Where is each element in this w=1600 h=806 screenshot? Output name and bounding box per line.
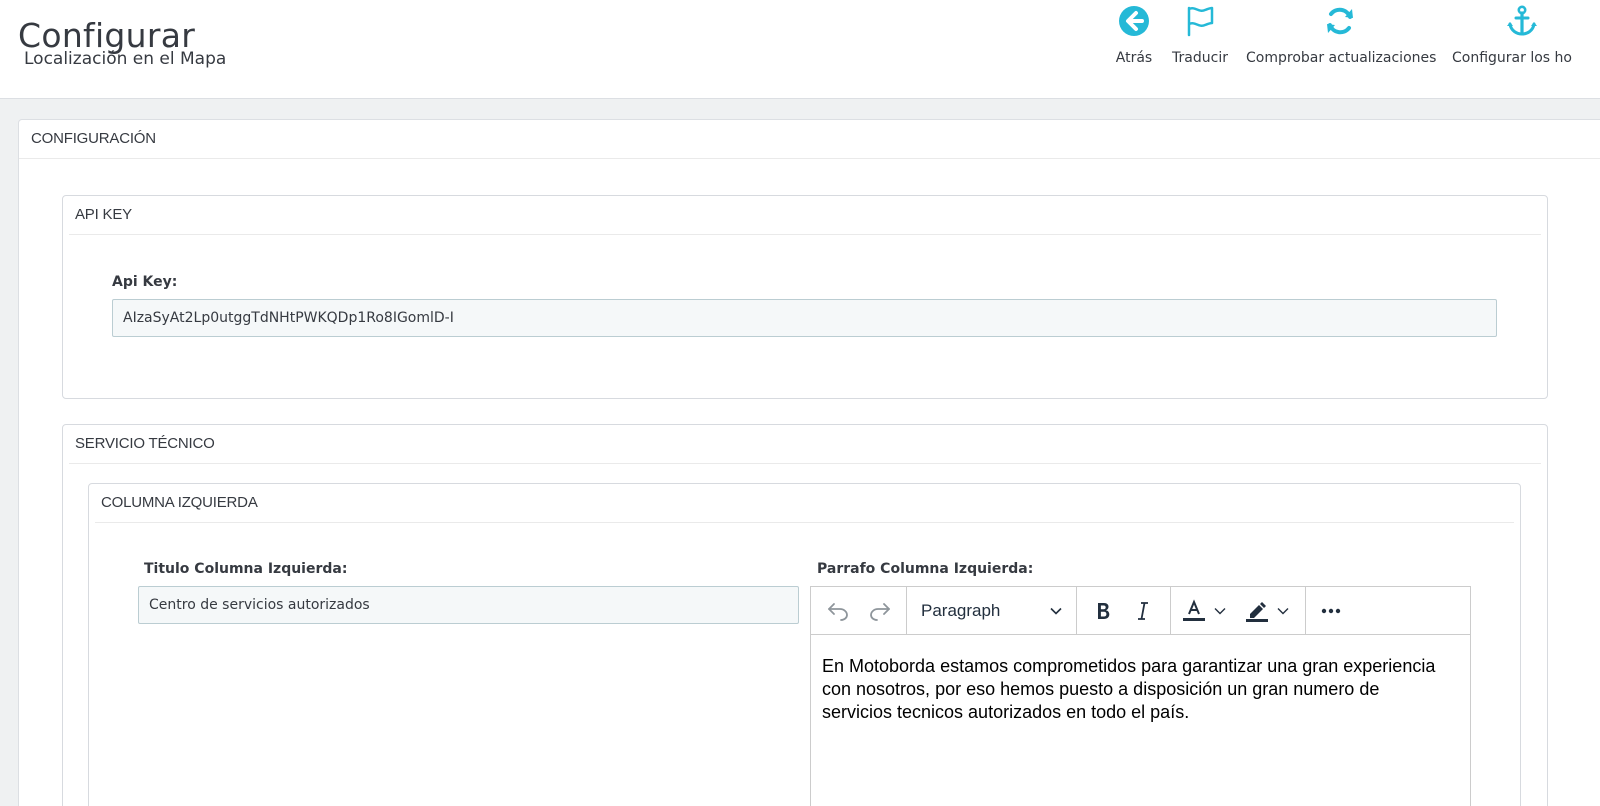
translate-label: Traducir [1172,50,1228,66]
editor-content[interactable]: En Motoborda estamos comprometidos para … [822,655,1450,724]
chevron-down-icon [1214,608,1226,615]
chevron-down-icon [1050,607,1062,615]
highlighter-icon [1246,602,1268,622]
editor-toolbar: Paragraph [811,587,1470,635]
highlight-color-button[interactable] [1244,595,1300,627]
text-color-icon [1183,599,1205,621]
italic-icon [1138,602,1148,620]
more-options-button[interactable] [1314,595,1348,627]
more-horizontal-icon [1321,608,1341,614]
paragraph-editor: Paragraph En Motoborda estamos compromet… [810,586,1471,806]
back-button[interactable]: Atrás [1108,0,1160,66]
toolbar-separator [1305,587,1306,635]
configuration-title: CONFIGURACIÓN [19,120,1600,159]
left-column-title-label: Titulo Columna Izquierda: [144,561,348,577]
api-key-panel: API KEY [62,195,1548,399]
arrow-left-circle-icon [1119,6,1149,36]
undo-button[interactable] [821,595,855,627]
back-label: Atrás [1115,50,1153,66]
toolbar-separator [906,587,907,635]
translate-button[interactable]: Traducir [1170,0,1230,66]
toolbar-separator [1076,587,1077,635]
bold-icon [1098,603,1110,619]
block-format-value: Paragraph [921,601,1001,620]
check-updates-label: Comprobar actualizaciones [1246,50,1437,66]
italic-button[interactable] [1127,595,1159,627]
left-column-paragraph-label: Parrafo Columna Izquierda: [817,561,1034,577]
anchor-icon [1507,5,1537,36]
refresh-icon [1327,7,1353,35]
page-header: Configurar Localización en el Mapa Atrás… [0,0,1600,99]
redo-icon [870,603,890,621]
check-updates-button[interactable]: Comprobar actualizaciones [1246,0,1437,66]
configure-hooks-label: Configurar los ho [1452,50,1572,66]
configure-hooks-button[interactable]: Configurar los ho [1452,0,1600,66]
bold-button[interactable] [1087,595,1119,627]
page-subtitle: Localización en el Mapa [24,49,227,69]
redo-button[interactable] [863,595,897,627]
api-key-input[interactable]: AIzaSyAt2Lp0utggTdNHtPWKQDp1Ro8IGomlD-I [112,299,1497,337]
api-key-label: Api Key: [112,274,178,290]
undo-icon [828,603,848,621]
left-column-title-input[interactable]: Centro de servicios autorizados [138,586,799,624]
chevron-down-icon [1277,608,1289,615]
text-color-button[interactable] [1181,595,1237,627]
api-key-panel-title: API KEY [69,196,1541,235]
service-panel-title: SERVICIO TÉCNICO [69,425,1541,464]
toolbar-separator [1170,587,1171,635]
left-column-panel-title: COLUMNA IZQUIERDA [95,484,1514,523]
flag-icon [1187,6,1214,37]
block-format-select[interactable]: Paragraph [915,595,1071,627]
